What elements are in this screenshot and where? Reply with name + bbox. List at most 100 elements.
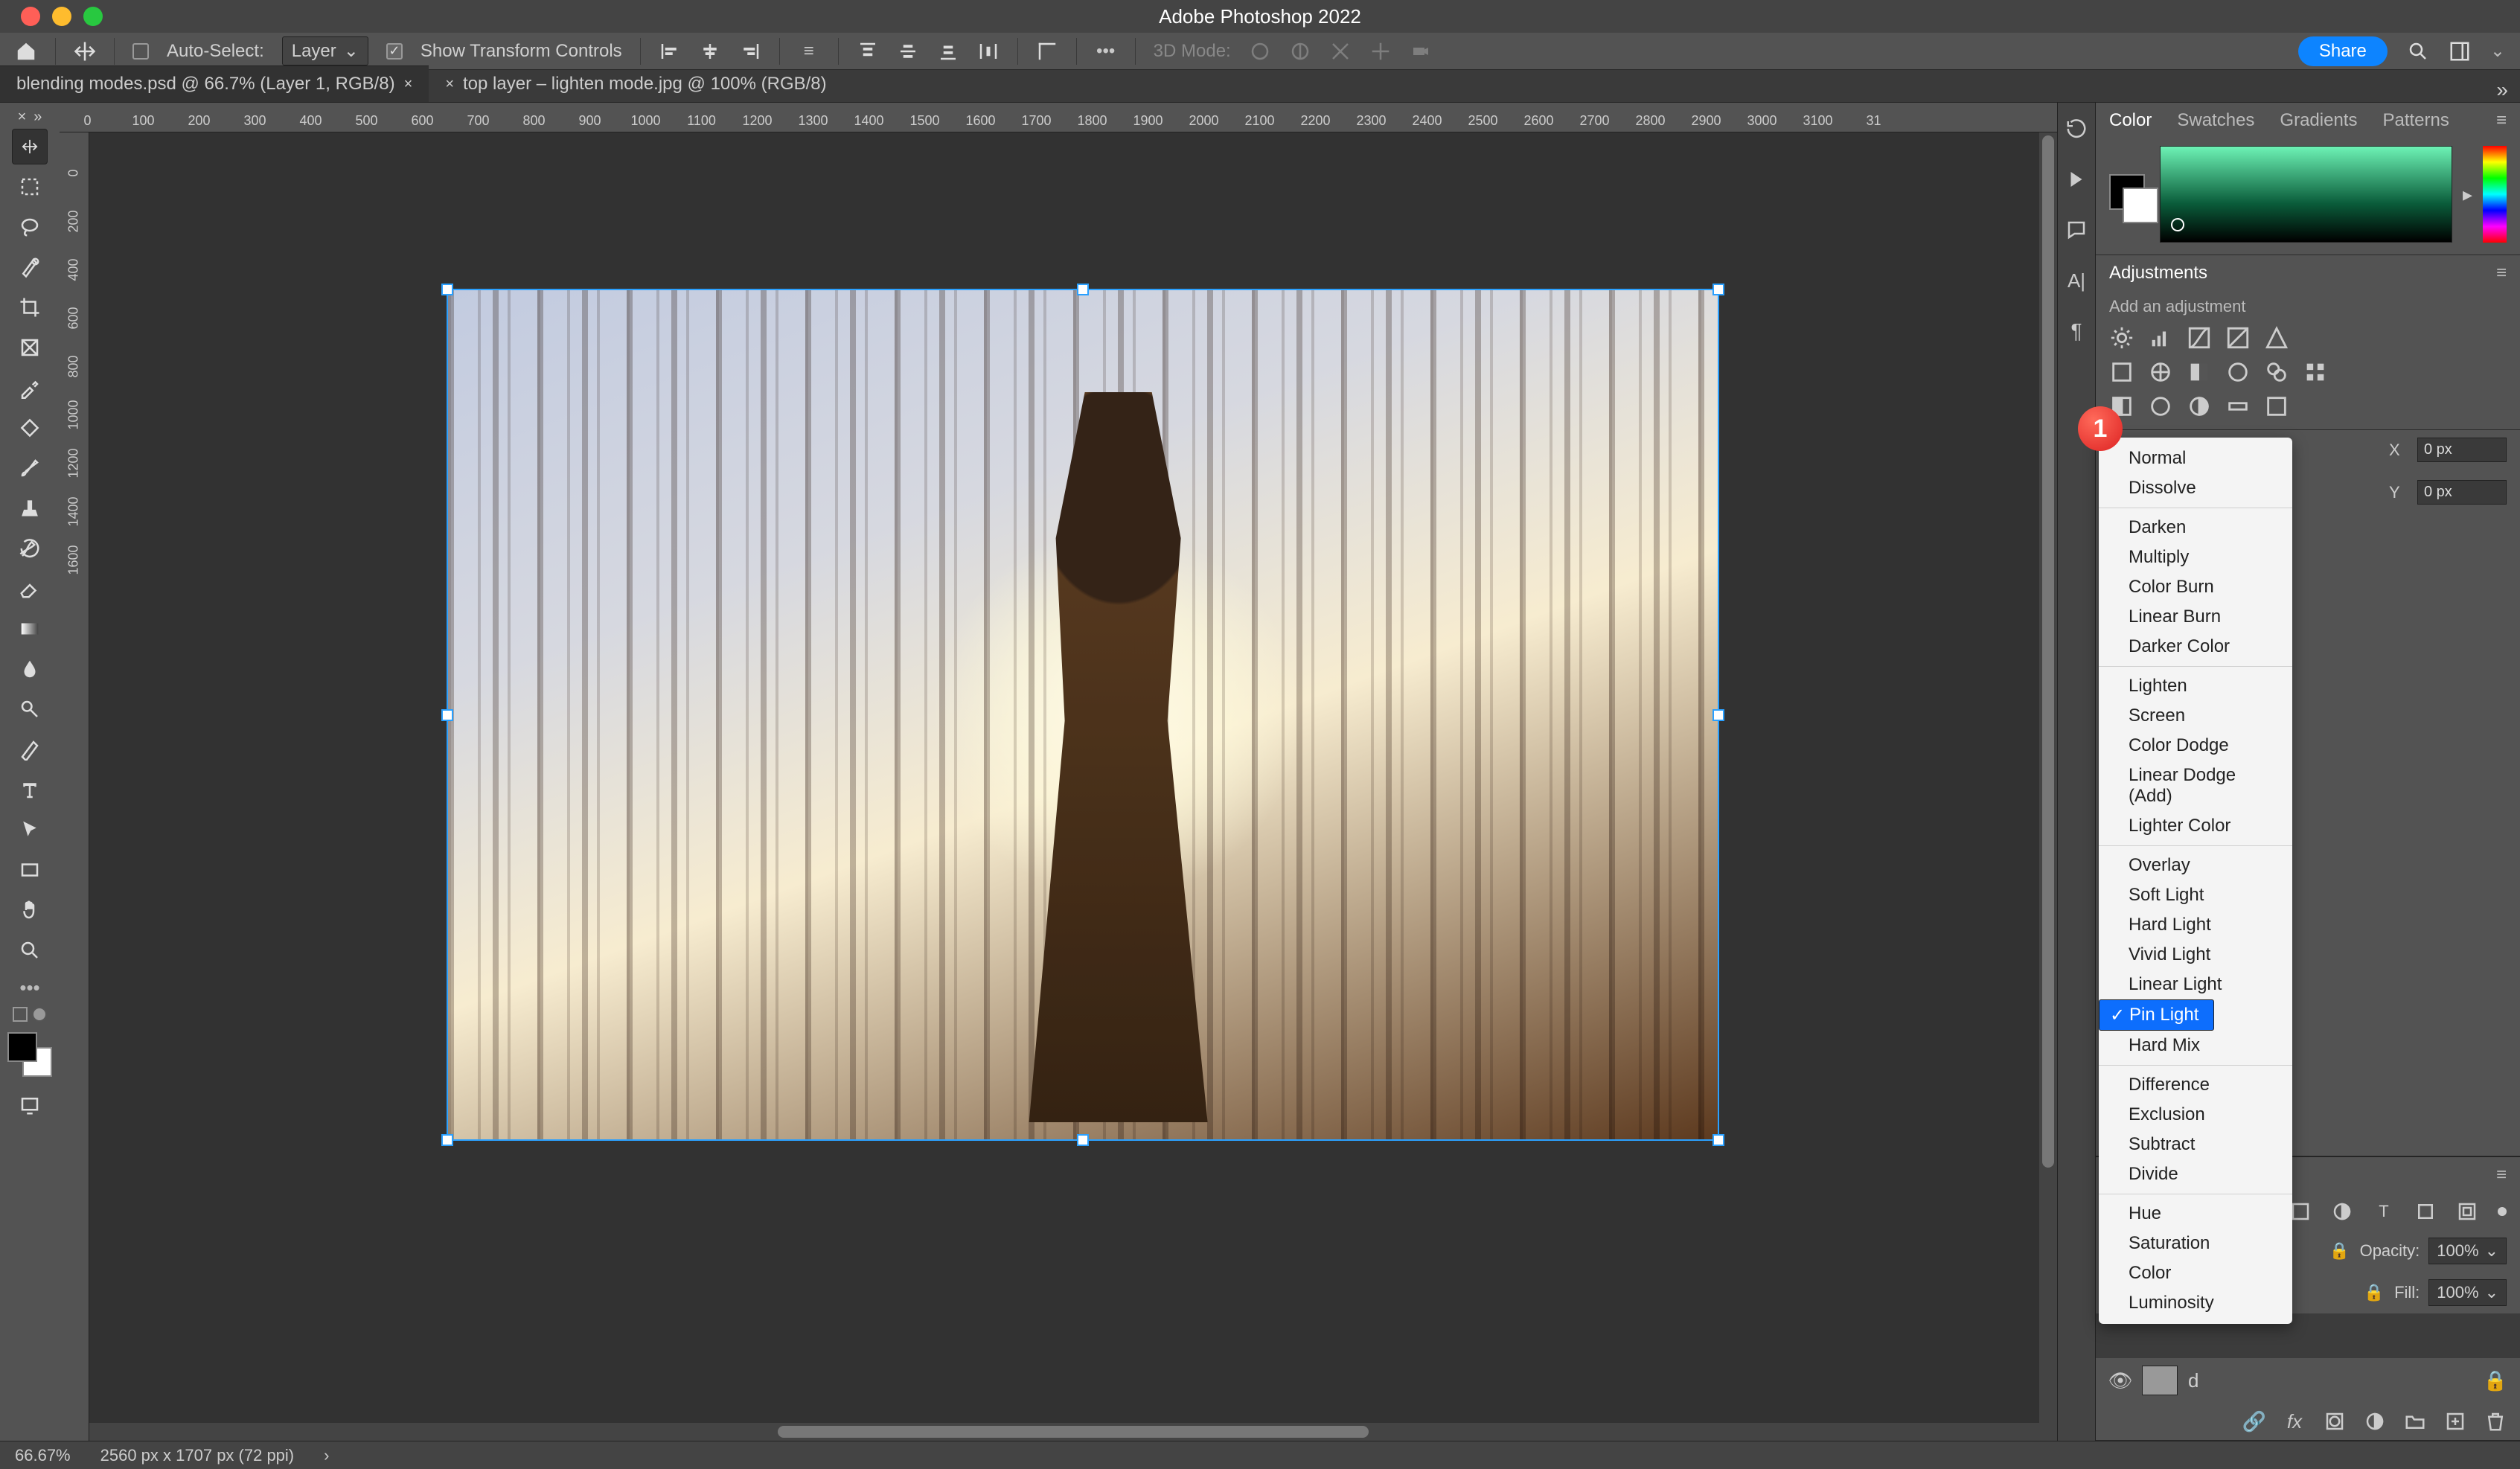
chevron-down-icon[interactable]: ⌄ (2485, 1283, 2498, 1302)
align-to-icon[interactable] (1036, 40, 1058, 63)
chevron-double-right-icon[interactable]: » (33, 109, 42, 126)
curves-adj-icon[interactable] (2187, 325, 2212, 351)
transform-handle-br[interactable] (1712, 1134, 1724, 1146)
healing-tool[interactable] (12, 410, 48, 446)
transform-handle-bc[interactable] (1077, 1134, 1089, 1146)
x-field[interactable] (2417, 438, 2507, 462)
scrollbar-thumb[interactable] (2042, 135, 2054, 1168)
blend-mode-item[interactable]: Vivid Light (2099, 940, 2292, 970)
blend-mode-item[interactable]: Lighten (2099, 671, 2292, 701)
lock-icon[interactable]: 🔒 (2484, 1369, 2507, 1392)
selective-color-adj-icon[interactable] (2264, 394, 2289, 419)
posterize-adj-icon[interactable] (2148, 394, 2173, 419)
home-icon[interactable] (15, 40, 37, 63)
panel-menu-icon[interactable]: ≡ (2496, 110, 2507, 131)
rectangle-tool[interactable] (12, 852, 48, 888)
character-panel-icon[interactable]: A| (2065, 269, 2088, 292)
color-slider-arrow-icon[interactable]: ▸ (2463, 183, 2472, 206)
blend-mode-item[interactable]: Difference (2099, 1070, 2292, 1100)
move-tool[interactable] (12, 129, 48, 164)
history-panel-icon[interactable] (2065, 118, 2088, 140)
search-icon[interactable] (2407, 40, 2429, 63)
align-left-icon[interactable] (659, 40, 681, 63)
transform-handle-rc[interactable] (1712, 709, 1724, 721)
clone-stamp-tool[interactable] (12, 490, 48, 526)
screen-mode-icon[interactable] (12, 1087, 48, 1123)
layer-mask-icon[interactable] (2324, 1410, 2346, 1433)
horizontal-scrollbar[interactable] (89, 1423, 2057, 1441)
blend-mode-item[interactable]: Screen (2099, 701, 2292, 731)
zoom-level[interactable]: 66.67% (15, 1446, 71, 1465)
document-tab[interactable]: blending modes.psd @ 66.7% (Layer 1, RGB… (0, 65, 429, 102)
pen-tool[interactable] (12, 732, 48, 767)
auto-select-target-select[interactable]: Layer⌄ (282, 36, 368, 65)
blend-mode-item[interactable]: Darken (2099, 513, 2292, 543)
chevron-down-icon[interactable]: ⌄ (2490, 40, 2505, 62)
panel-tab-gradients[interactable]: Gradients (2280, 110, 2357, 131)
visibility-icon[interactable]: 👁 (2109, 1369, 2132, 1392)
distribute-vcenter-icon[interactable] (897, 40, 919, 63)
chevron-right-icon[interactable]: › (324, 1446, 329, 1465)
brush-tool[interactable] (12, 450, 48, 486)
filter-shape-icon[interactable] (2414, 1200, 2437, 1223)
distribute-top-icon[interactable] (857, 40, 879, 63)
hand-tool[interactable] (12, 892, 48, 928)
scrollbar-thumb[interactable] (778, 1426, 1368, 1438)
layer-style-icon[interactable]: fx (2283, 1410, 2306, 1433)
levels-adj-icon[interactable] (2148, 325, 2173, 351)
tabs-overflow-icon[interactable]: » (2496, 78, 2508, 102)
foreground-background-swatch[interactable] (7, 1032, 52, 1077)
blend-mode-item[interactable]: Darker Color (2099, 632, 2292, 662)
filter-pixel-icon[interactable] (2289, 1200, 2312, 1223)
blend-mode-item[interactable]: Color Burn (2099, 572, 2292, 602)
blend-mode-item[interactable]: Overlay (2099, 851, 2292, 880)
window-maximize-button[interactable] (83, 7, 103, 26)
background-chip[interactable] (2123, 188, 2158, 223)
transform-handle-tl[interactable] (441, 284, 453, 295)
share-button[interactable]: Share (2298, 36, 2388, 66)
group-icon[interactable] (2404, 1410, 2426, 1433)
hue-adj-icon[interactable] (2109, 359, 2134, 385)
transform-handle-bl[interactable] (441, 1134, 453, 1146)
threshold-adj-icon[interactable] (2187, 394, 2212, 419)
3d-orbit-icon[interactable] (1249, 40, 1271, 63)
3d-slide-icon[interactable] (1369, 40, 1392, 63)
hue-slider[interactable] (2483, 146, 2507, 243)
vibrance-adj-icon[interactable] (2264, 325, 2289, 351)
eraser-tool[interactable] (12, 571, 48, 607)
layer-name[interactable]: d (2188, 1369, 2198, 1392)
exposure-adj-icon[interactable] (2225, 325, 2251, 351)
blend-mode-menu[interactable]: NormalDissolveDarkenMultiplyColor BurnLi… (2099, 438, 2292, 1324)
lock-icon[interactable]: 🔒 (2329, 1240, 2351, 1262)
panel-tab-color[interactable]: Color (2109, 110, 2152, 131)
crop-tool[interactable] (12, 289, 48, 325)
blur-tool[interactable] (12, 651, 48, 687)
layer-thumb[interactable] (2142, 1366, 2178, 1395)
blend-mode-item[interactable]: Normal (2099, 444, 2292, 473)
blend-mode-item[interactable]: Luminosity (2099, 1288, 2292, 1318)
color-field[interactable] (2160, 146, 2452, 243)
panel-tab-swatches[interactable]: Swatches (2177, 110, 2254, 131)
filter-type-icon[interactable]: T (2373, 1200, 2395, 1223)
blend-mode-item[interactable]: Divide (2099, 1159, 2292, 1189)
transform-handle-lc[interactable] (441, 709, 453, 721)
blend-mode-item[interactable]: Pin Light (2099, 999, 2214, 1031)
show-transform-checkbox[interactable]: ✓ (386, 43, 403, 60)
y-field[interactable] (2417, 480, 2507, 505)
fill-field[interactable]: 100%⌄ (2428, 1279, 2507, 1306)
more-align-icon[interactable]: ≡ (798, 40, 820, 63)
transform-handle-tr[interactable] (1712, 284, 1724, 295)
blend-mode-item[interactable]: Linear Dodge (Add) (2099, 761, 2292, 811)
marquee-tool[interactable] (12, 169, 48, 205)
link-layers-icon[interactable]: 🔗 (2243, 1410, 2265, 1433)
filter-smart-icon[interactable] (2456, 1200, 2478, 1223)
window-minimize-button[interactable] (52, 7, 71, 26)
blend-mode-item[interactable]: Linear Light (2099, 970, 2292, 999)
gradient-tool[interactable] (12, 611, 48, 647)
blend-mode-item[interactable]: Hard Mix (2099, 1031, 2292, 1060)
lasso-tool[interactable] (12, 209, 48, 245)
align-center-h-icon[interactable] (699, 40, 721, 63)
blend-mode-item[interactable]: Multiply (2099, 543, 2292, 572)
photo-filter-adj-icon[interactable] (2225, 359, 2251, 385)
close-icon[interactable]: × (404, 76, 413, 93)
